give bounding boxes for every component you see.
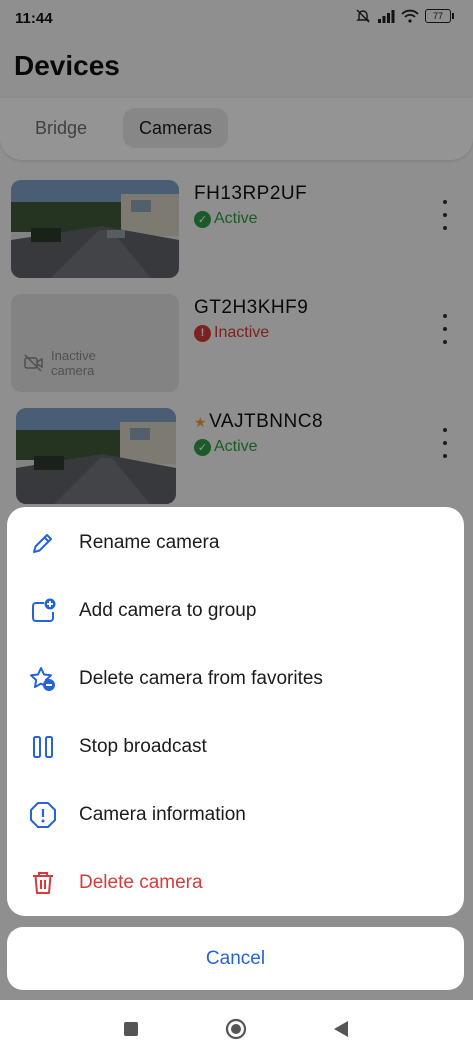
square-icon (124, 1022, 138, 1036)
stop-broadcast-label: Stop broadcast (79, 736, 207, 757)
cancel-label: Cancel (205, 947, 266, 969)
star-remove-icon (27, 663, 59, 695)
home-circle-icon (225, 1018, 247, 1040)
remove-favorite-item[interactable]: Delete camera from favorites (7, 645, 464, 713)
cancel-button[interactable]: Cancel (7, 927, 464, 990)
back-button[interactable] (330, 1018, 352, 1040)
camera-action-sheet: Rename camera Add camera to group Delete… (7, 507, 464, 916)
rename-camera-label: Rename camera (79, 532, 220, 553)
add-to-group-item[interactable]: Add camera to group (7, 577, 464, 645)
system-nav-bar (0, 1000, 473, 1056)
info-octagon-icon (27, 799, 59, 831)
folder-add-icon (27, 595, 59, 627)
rename-camera-item[interactable]: Rename camera (7, 509, 464, 577)
home-button[interactable] (225, 1018, 247, 1040)
stop-broadcast-item[interactable]: Stop broadcast (7, 713, 464, 781)
back-triangle-icon (334, 1021, 348, 1037)
pencil-icon (27, 527, 59, 559)
add-to-group-label: Add camera to group (79, 600, 257, 621)
remove-favorite-label: Delete camera from favorites (79, 668, 323, 689)
recent-apps-button[interactable] (120, 1018, 142, 1040)
camera-info-label: Camera information (79, 804, 246, 825)
delete-camera-label: Delete camera (79, 872, 203, 893)
camera-info-item[interactable]: Camera information (7, 781, 464, 849)
trash-icon (27, 867, 59, 899)
pause-icon (27, 731, 59, 763)
delete-camera-item[interactable]: Delete camera (7, 849, 464, 917)
